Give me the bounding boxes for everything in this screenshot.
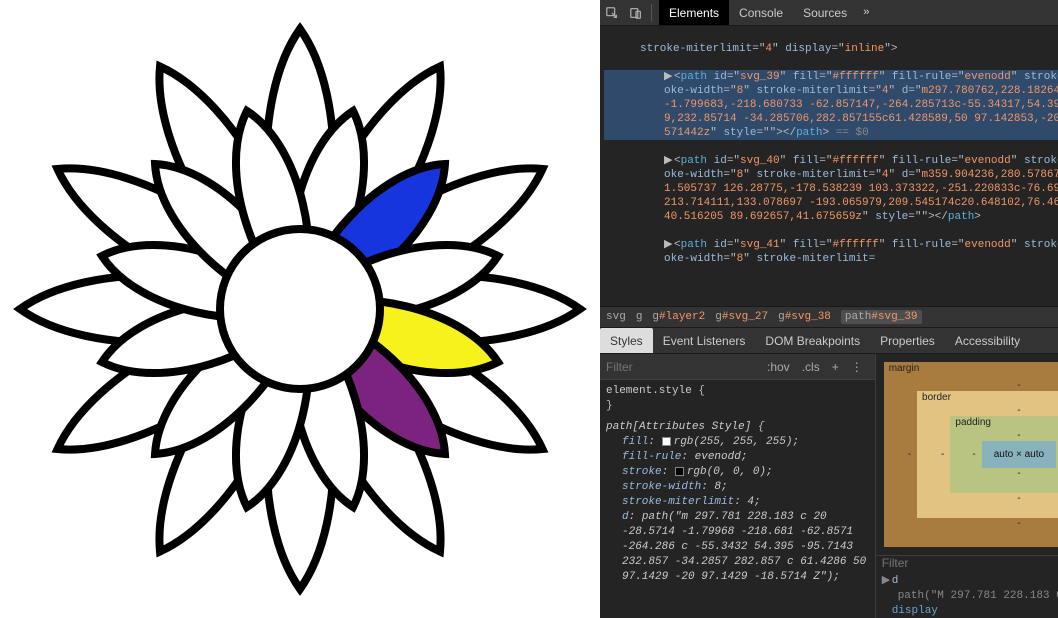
styles-filter-input[interactable] [606,360,761,374]
tab-console[interactable]: Console [729,0,793,25]
crumb-svg38[interactable]: g#svg_38 [778,311,831,323]
rule-path-attrs[interactable]: path[Attributes Style] { fill: rgb(255, … [606,420,869,585]
ltab-properties[interactable]: Properties [870,328,945,353]
inspect-icon[interactable] [600,1,624,25]
styles-more-icon[interactable]: ⋮ [845,360,869,374]
styles-filter-bar: :hov .cls + ⋮ [600,354,875,380]
new-rule-button[interactable]: + [826,360,845,374]
flower-svg [0,9,600,609]
styles-panel: :hov .cls + ⋮ element.style { } path[Att… [600,354,876,618]
computed-filter-input[interactable] [882,556,1058,570]
cls-button[interactable]: .cls [796,360,826,374]
ltab-event-listeners[interactable]: Event Listeners [653,328,756,353]
tabs-overflow-icon[interactable]: » [857,7,876,19]
hov-button[interactable]: :hov [761,360,796,374]
node-svg-39[interactable]: ▶<path id="svg_39" fill="#ffffff" fill-r… [604,70,1058,140]
computed-panel: margin - - border - - padding - [876,354,1058,618]
crumb-svg27[interactable]: g#svg_27 [715,311,768,323]
elements-tree[interactable]: stroke-miterlimit="4" display="inline"> … [600,26,1058,306]
ltab-styles[interactable]: Styles [600,328,653,353]
breadcrumb: svg g g#layer2 g#svg_27 g#svg_38 path#sv… [600,306,1058,328]
devtools-toolbar: Elements Console Sources » [600,0,1058,26]
devtools-panel: Elements Console Sources » stroke-miterl… [600,0,1058,618]
computed-list[interactable]: ▶d path("M 297.781 228.183 C 31 display [876,570,1058,618]
bm-padding-label: padding [955,417,991,428]
lower-tabs: Styles Event Listeners DOM Breakpoints P… [600,328,1058,354]
rule-element-style[interactable]: element.style { } [606,384,869,414]
ltab-accessibility[interactable]: Accessibility [945,328,1030,353]
tab-elements[interactable]: Elements [659,0,729,25]
crumb-layer2[interactable]: g#layer2 [652,311,705,323]
crumb-svg[interactable]: svg [606,311,626,323]
bm-border-label: border [922,392,951,403]
bm-margin-label: margin [889,363,920,374]
node-svg-40[interactable]: ▶<path id="svg_40" fill="#ffffff" fill-r… [604,154,1058,224]
crumb-svg39[interactable]: path#svg_39 [841,310,922,324]
page-preview [0,0,600,618]
ltab-dom-breakpoints[interactable]: DOM Breakpoints [755,328,870,353]
bm-content: auto × auto [982,441,1056,468]
device-toggle-icon[interactable] [624,1,648,25]
node-svg-41[interactable]: ▶<path id="svg_41" fill="#ffffff" fill-r… [604,238,1058,266]
crumb-g[interactable]: g [636,311,643,323]
tab-sources[interactable]: Sources [793,0,857,25]
box-model: margin - - border - - padding - [876,354,1058,555]
computed-filter-bar: Show all [876,555,1058,570]
